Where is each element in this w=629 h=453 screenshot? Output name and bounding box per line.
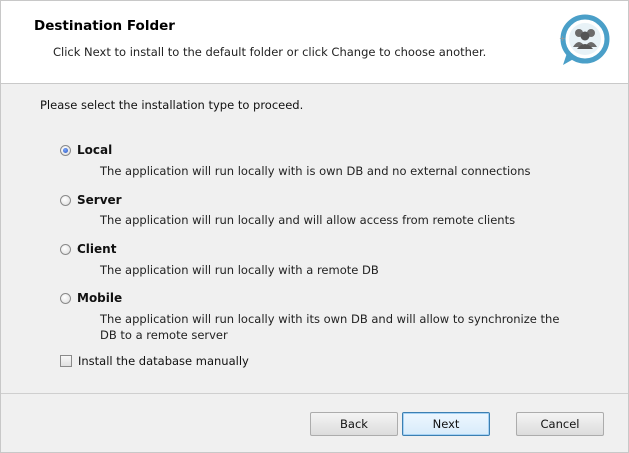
cancel-button[interactable]: Cancel [516,412,604,436]
header-banner: Destination Folder Click Next to install… [1,1,628,84]
page-subtitle: Click Next to install to the default fol… [53,45,487,59]
footer-divider [1,393,628,394]
community-chat-icon: + [559,14,610,65]
radio-label-local: Local [77,143,113,157]
radio-label-server: Server [77,193,122,207]
radio-button-mobile[interactable] [60,292,71,304]
radio-label-mobile: Mobile [77,291,123,305]
page-title: Destination Folder [34,18,175,34]
installer-window: Destination Folder Click Next to install… [0,0,629,453]
option-description-server: The application will run locally and wil… [100,213,516,227]
option-description-local: The application will run locally with is… [100,164,531,178]
install-type-prompt: Please select the installation type to p… [40,98,304,112]
back-button[interactable]: Back [310,412,398,436]
radio-button-client[interactable] [60,243,71,255]
radio-button-local[interactable] [60,144,71,156]
install-db-manually-label: Install the database manually [78,354,249,368]
option-description-mobile: The application will run locally with it… [100,312,560,342]
svg-text:+: + [559,34,566,43]
next-button[interactable]: Next [402,412,490,436]
radio-option-mobile[interactable]: Mobile [60,291,122,305]
install-db-manually-checkbox[interactable] [60,355,72,367]
install-db-manually-option[interactable]: Install the database manually [60,354,249,368]
radio-option-server[interactable]: Server [60,193,122,207]
option-description-client: The application will run locally with a … [100,263,379,277]
radio-option-local[interactable]: Local [60,143,112,157]
radio-label-client: Client [77,242,117,256]
radio-option-client[interactable]: Client [60,242,116,256]
radio-button-server[interactable] [60,194,71,206]
content-area [1,84,628,392]
